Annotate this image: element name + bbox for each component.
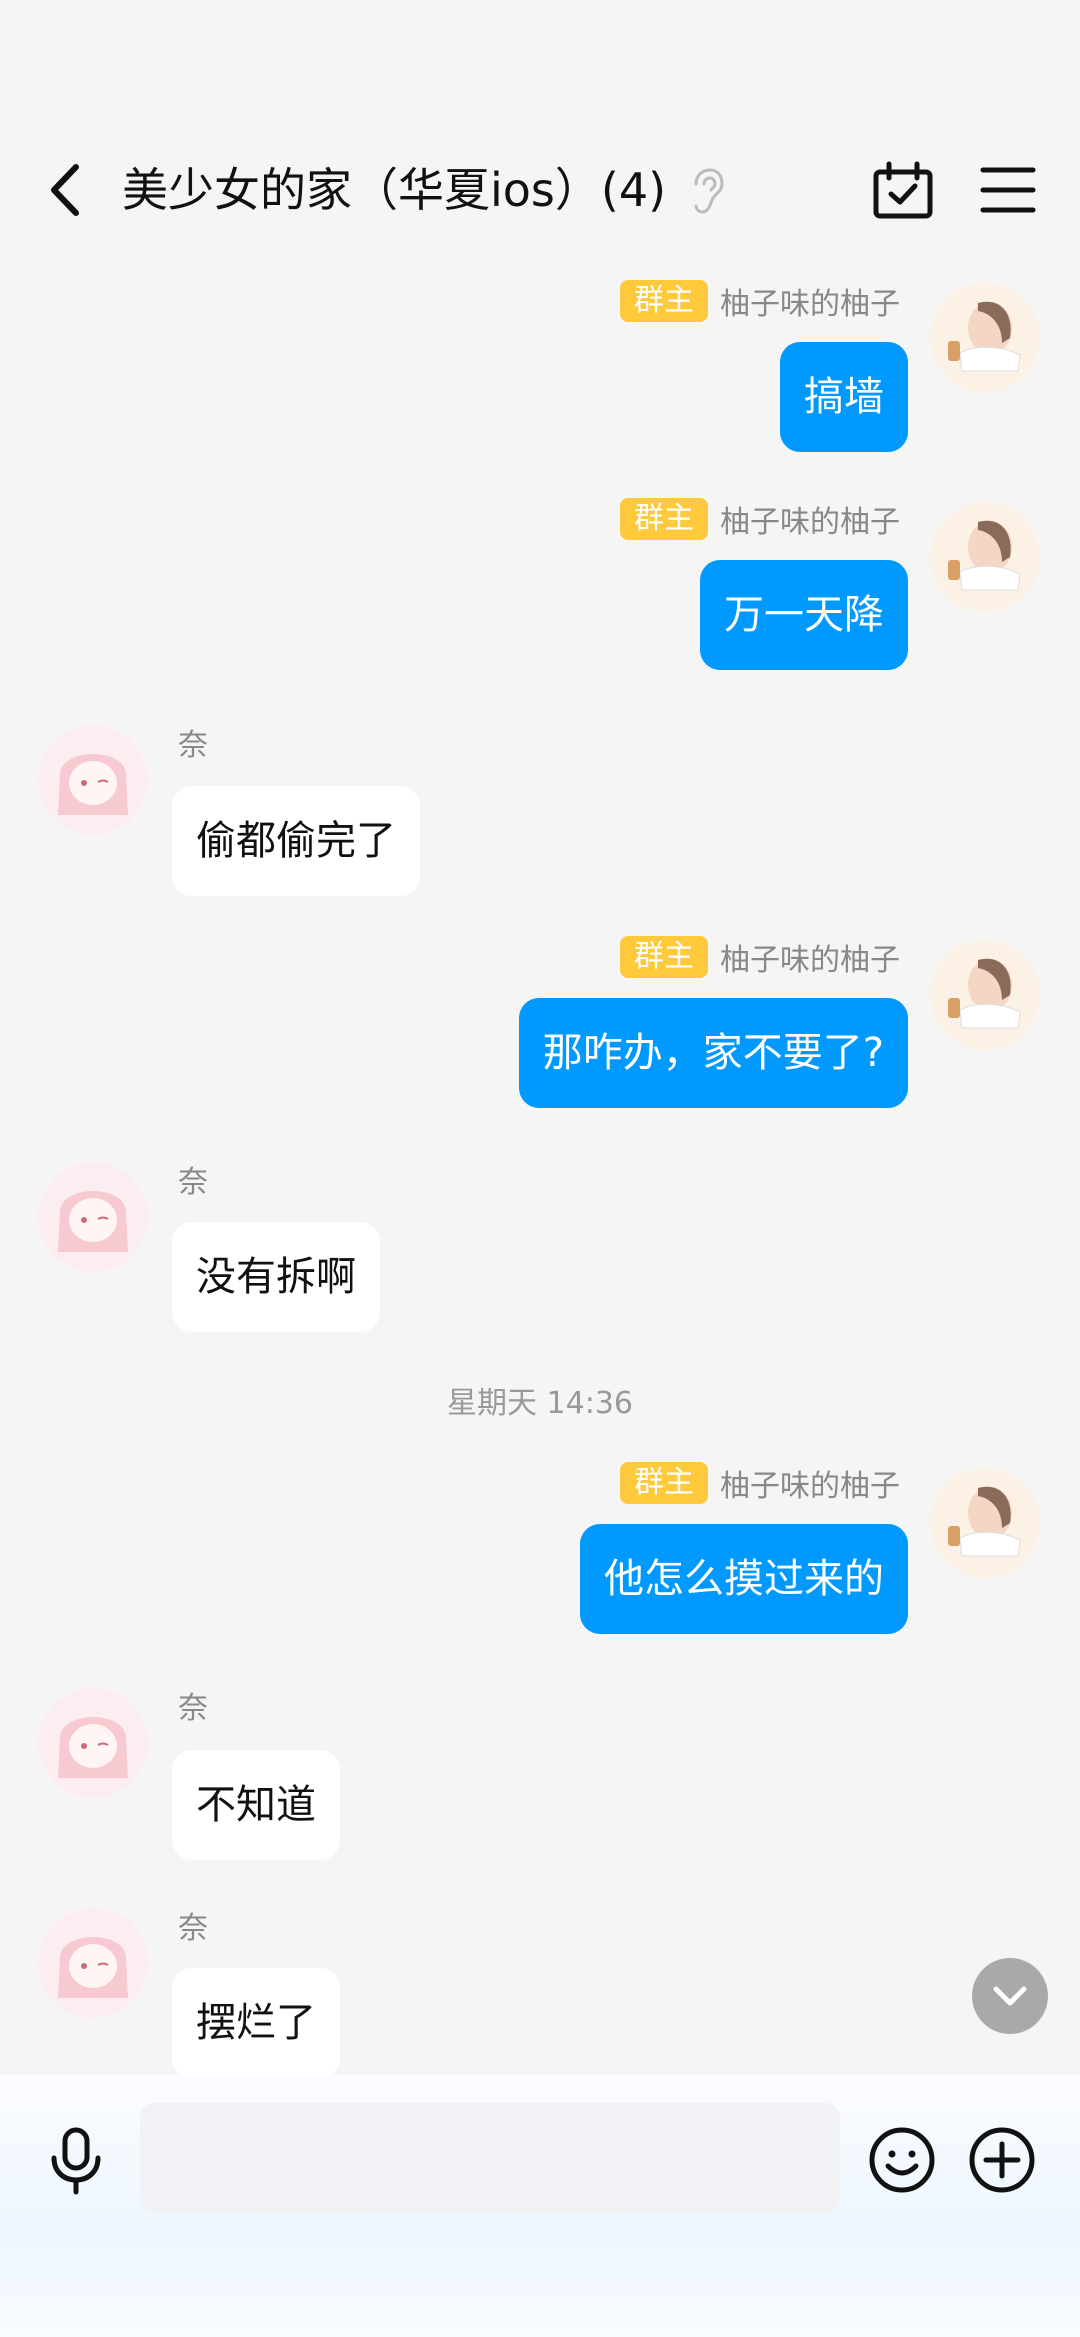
avatar[interactable] [930,1468,1040,1578]
chat-title: 美少女的家（华夏ios）(4) [122,163,667,217]
sender-name[interactable]: 奈 [178,720,208,764]
ear-icon[interactable] [686,166,726,216]
chevron-down-icon [993,1986,1027,2006]
emoji-button[interactable] [868,2126,936,2194]
chevron-left-icon [51,164,79,216]
menu-button[interactable] [980,162,1036,218]
smiley-icon [869,2127,935,2193]
message-bubble[interactable]: 偷都偷完了 [172,786,420,896]
message-bubble[interactable]: 不知道 [172,1750,340,1860]
plus-circle-icon [969,2127,1035,2193]
scroll-to-bottom-button[interactable] [972,1958,1048,2034]
timestamp-divider: 星期天 14:36 [447,1386,633,1421]
owner-badge: 群主 [620,1462,708,1504]
avatar[interactable] [930,940,1040,1050]
calendar-button[interactable] [872,160,934,222]
sender-meta: 群主 柚子味的柚子 [620,498,900,540]
sender-meta: 群主 柚子味的柚子 [620,280,900,322]
sender-meta: 群主 柚子味的柚子 [620,936,900,978]
owner-badge: 群主 [620,498,708,540]
avatar[interactable] [38,725,148,835]
avatar[interactable] [38,1162,148,1272]
avatar[interactable] [930,502,1040,612]
sender-name[interactable]: 柚子味的柚子 [720,935,900,979]
more-button[interactable] [968,2126,1036,2194]
avatar[interactable] [38,1688,148,1798]
sender-name[interactable]: 奈 [178,1683,208,1727]
sender-name[interactable]: 柚子味的柚子 [720,279,900,323]
owner-badge: 群主 [620,280,708,322]
avatar[interactable] [38,1908,148,2018]
message-bubble[interactable]: 没有拆啊 [172,1222,380,1332]
avatar[interactable] [930,283,1040,393]
sender-name[interactable]: 奈 [178,1157,208,1201]
sender-meta: 群主 柚子味的柚子 [620,1462,900,1504]
microphone-icon [51,2127,101,2195]
calendar-check-icon [873,161,933,219]
sender-name[interactable]: 奈 [178,1903,208,1947]
message-bubble[interactable]: 他怎么摸过来的 [580,1524,908,1634]
message-bubble[interactable]: 摆烂了 [172,1968,340,2078]
back-button[interactable] [40,160,90,220]
sender-name[interactable]: 柚子味的柚子 [720,497,900,541]
sender-name[interactable]: 柚子味的柚子 [720,1461,900,1505]
message-bubble[interactable]: 搞墙 [780,342,908,452]
owner-badge: 群主 [620,936,708,978]
message-bubble[interactable]: 万一天降 [700,560,908,670]
voice-button[interactable] [46,2126,106,2196]
message-input[interactable] [140,2103,840,2213]
message-bubble[interactable]: 那咋办，家不要了? [518,998,908,1108]
chat-header: 美少女的家（华夏ios）(4) [0,0,1080,255]
menu-icon [980,167,1036,213]
